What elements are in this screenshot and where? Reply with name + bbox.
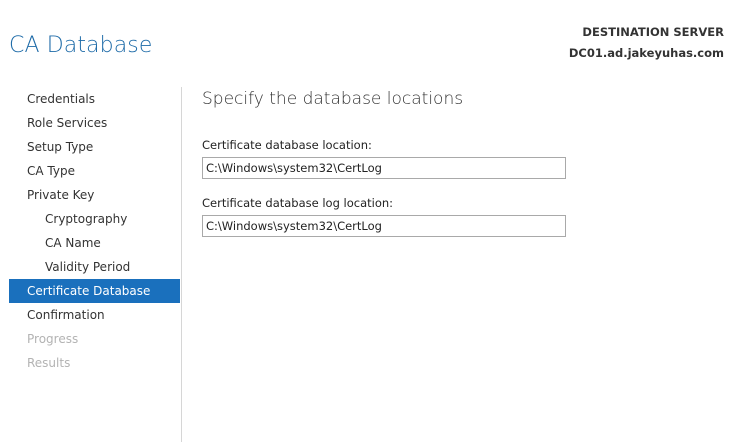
nav-item-results: Results — [27, 356, 71, 370]
nav-item-validity-period[interactable]: Validity Period — [9, 255, 180, 279]
destination-server-label: DESTINATION SERVER — [582, 25, 724, 39]
nav-item-ca-type[interactable]: CA Type — [9, 159, 180, 183]
page-title: CA Database — [9, 33, 153, 58]
wizard-navigation: Credentials Role Services Setup Type CA … — [9, 87, 180, 375]
nav-item-private-key[interactable]: Private Key — [9, 183, 180, 207]
destination-server-block: DESTINATION SERVER DC01.ad.jakeyuhas.com — [569, 25, 724, 60]
nav-item-ca-name[interactable]: CA Name — [9, 231, 180, 255]
sidebar-divider — [181, 87, 182, 442]
main-content: Specify the database locations Certifica… — [202, 88, 722, 237]
db-location-label: Certificate database location: — [202, 138, 372, 152]
destination-server-name: DC01.ad.jakeyuhas.com — [568, 46, 724, 60]
nav-item-credentials[interactable]: Credentials — [9, 87, 180, 111]
nav-item-role-services[interactable]: Role Services — [9, 111, 180, 135]
nav-item-certificate-database[interactable]: Certificate Database — [9, 279, 180, 303]
window-top-strip — [0, 0, 746, 8]
section-heading: Specify the database locations — [202, 89, 464, 109]
db-location-input[interactable] — [202, 157, 566, 179]
nav-item-progress: Progress — [27, 332, 79, 346]
log-location-label: Certificate database log location: — [202, 196, 394, 210]
nav-item-setup-type[interactable]: Setup Type — [9, 135, 180, 159]
log-location-input[interactable] — [202, 215, 566, 237]
nav-item-cryptography[interactable]: Cryptography — [9, 207, 180, 231]
nav-item-confirmation[interactable]: Confirmation — [9, 303, 180, 327]
